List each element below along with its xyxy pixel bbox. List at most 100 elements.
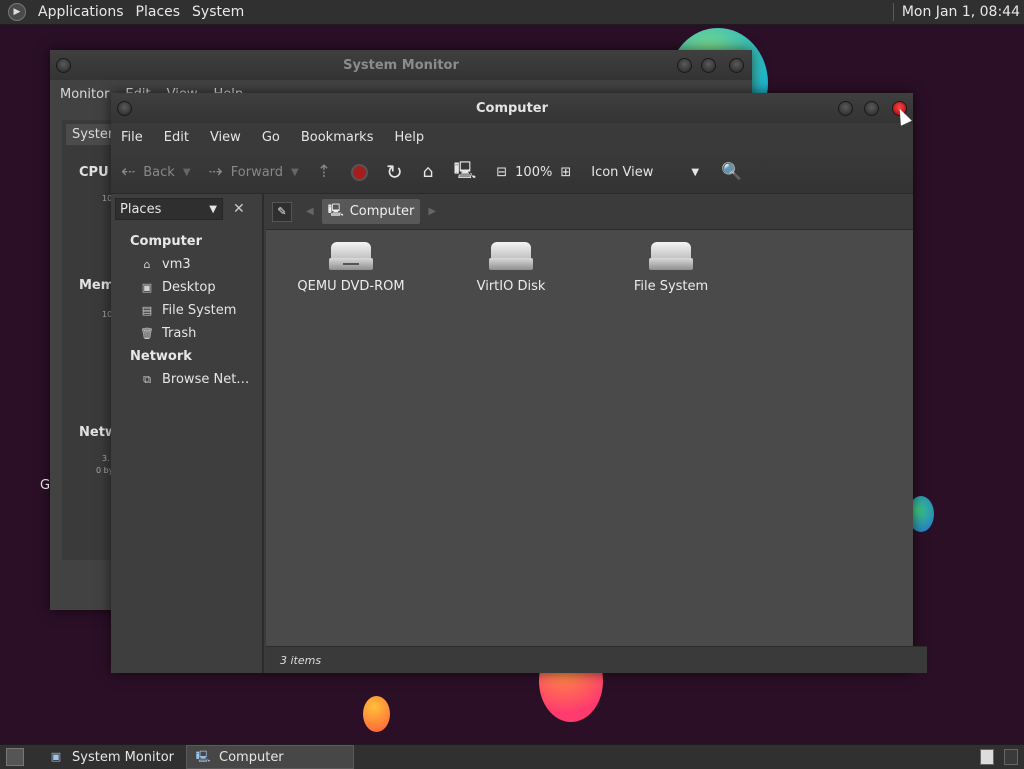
filesystem-icon: ▤	[141, 303, 153, 317]
menu-view[interactable]: View	[210, 130, 241, 145]
sidebar-item-label: Trash	[162, 326, 197, 341]
zoom-control: ⊟ 100% ⊞	[496, 165, 579, 180]
drive-label: File System	[633, 279, 709, 294]
workspace-1[interactable]	[980, 749, 994, 765]
forward-button[interactable]: ⇢ Forward ▼	[209, 162, 299, 182]
sidebar-list: Computer ⌂ vm3 ▣ Desktop ▤ File System 🗑…	[111, 224, 262, 391]
task-label: System Monitor	[72, 749, 175, 765]
task-computer[interactable]: 🖳 Computer	[186, 745, 355, 769]
zoom-in-icon[interactable]: ⊞	[560, 165, 571, 180]
close-icon[interactable]: ✕	[233, 201, 245, 217]
drive-item-file-system[interactable]: File System	[606, 242, 736, 294]
menu-help[interactable]: Help	[394, 130, 424, 145]
breadcrumb-scroll-right-icon[interactable]: ▶	[428, 206, 436, 217]
home-button[interactable]: ⌂	[423, 162, 442, 182]
hard-disk-icon	[489, 242, 533, 270]
maximize-button[interactable]	[701, 58, 716, 73]
sidebar-header: Places ▼ ✕	[111, 194, 262, 224]
computer-menubar: File Edit View Go Bookmarks Help	[111, 123, 913, 151]
panel-separator	[892, 3, 894, 21]
sidebar-item-file-system[interactable]: ▤ File System	[111, 299, 262, 322]
back-arrow-icon: ⇠	[121, 162, 136, 182]
drive-label: VirtIO Disk	[476, 279, 546, 294]
menu-system[interactable]: System	[186, 4, 250, 20]
sidebar-category-computer: Computer	[130, 234, 203, 249]
network-icon: ⧉	[143, 372, 151, 386]
menu-monitor[interactable]: Monitor	[60, 87, 109, 102]
minimize-button[interactable]	[677, 58, 692, 73]
window-menu-button[interactable]	[117, 101, 132, 116]
system-monitor-partial-label: G	[40, 478, 51, 493]
back-label: Back	[143, 164, 175, 180]
chevron-down-icon: ▼	[209, 203, 217, 215]
computer-button[interactable]: 🖳	[454, 158, 485, 187]
breadcrumb-scroll-left-icon[interactable]: ◀	[306, 206, 314, 217]
top-panel: ▶ Applications Places System Mon Jan 1, …	[0, 0, 1024, 25]
menu-bookmarks[interactable]: Bookmarks	[301, 130, 374, 145]
up-arrow-icon: ⇡	[316, 162, 331, 182]
workspace-2[interactable]	[1004, 749, 1018, 765]
reload-icon: ↻	[386, 160, 403, 184]
computer-icon: 🖳	[195, 750, 211, 763]
item-count: 3 items	[280, 653, 322, 667]
view-mode-select[interactable]: Icon View ▼	[591, 165, 699, 180]
places-sidebar: Places ▼ ✕ Computer ⌂ vm3 ▣ Desktop ▤ Fi…	[111, 194, 264, 673]
icon-grid: QEMU DVD-ROM VirtIO Disk File System	[266, 230, 913, 646]
computer-toolbar: ⇠ Back ▼ ⇢ Forward ▼ ⇡ ↻ ⌂ 🖳 ⊟ 100% ⊞ Ic…	[111, 151, 913, 194]
show-desktop-button[interactable]	[6, 748, 24, 766]
breadcrumb[interactable]: 🖳 Computer	[321, 199, 421, 224]
clock[interactable]: Mon Jan 1, 08:44	[902, 4, 1020, 20]
system-monitor-titlebar[interactable]: System Monitor	[50, 50, 752, 80]
edit-location-button[interactable]: ✎	[272, 201, 292, 222]
chevron-down-icon: ▼	[691, 166, 700, 178]
sidebar-item-trash[interactable]: 🗑 Trash	[111, 322, 262, 345]
drive-item-qemu-dvd-rom[interactable]: QEMU DVD-ROM	[286, 242, 416, 294]
breadcrumb-label: Computer	[349, 204, 415, 219]
sidebar-item-vm3[interactable]: ⌂ vm3	[111, 253, 262, 276]
sidebar-category-network: Network	[130, 349, 192, 364]
up-button[interactable]: ⇡	[317, 162, 339, 182]
pencil-icon: ✎	[277, 205, 287, 218]
sidebar-item-label: Browse Net…	[162, 372, 250, 387]
computer-icon: 🖳	[453, 160, 477, 181]
menu-edit[interactable]: Edit	[164, 130, 189, 145]
desktop-wallpaper-bubble	[363, 696, 390, 732]
sidebar-item-label: File System	[162, 303, 237, 318]
search-button[interactable]: 🔍	[721, 162, 750, 182]
sidebar-item-label: Desktop	[162, 280, 216, 295]
sidebar-item-desktop[interactable]: ▣ Desktop	[111, 276, 262, 299]
drive-label: QEMU DVD-ROM	[297, 279, 405, 294]
sidebar-type-label: Places	[120, 201, 162, 217]
close-button[interactable]	[729, 58, 744, 73]
menu-file[interactable]: File	[121, 130, 143, 145]
network-value: 3.	[102, 454, 110, 463]
task-system-monitor[interactable]: ▣ System Monitor	[40, 746, 182, 768]
stop-button[interactable]	[351, 163, 368, 181]
reload-button[interactable]: ↻	[386, 160, 411, 184]
location-bar: ✎ ◀ 🖳 Computer ▶	[266, 194, 913, 230]
back-history-dropdown-icon[interactable]: ▼	[183, 167, 191, 178]
sidebar-type-select[interactable]: Places ▼	[115, 198, 223, 220]
stop-icon	[351, 163, 368, 181]
drive-item-virtio-disk[interactable]: VirtIO Disk	[446, 242, 576, 294]
forward-history-dropdown-icon[interactable]: ▼	[291, 167, 299, 178]
minimize-button[interactable]	[838, 101, 853, 116]
home-icon: ⌂	[143, 257, 151, 271]
trash-icon: 🗑	[140, 326, 154, 340]
window-menu-button[interactable]	[56, 58, 71, 73]
sidebar-item-label: vm3	[162, 257, 191, 272]
menu-go[interactable]: Go	[262, 130, 280, 145]
zoom-level: 100%	[515, 164, 553, 180]
menu-places[interactable]: Places	[130, 4, 187, 20]
sidebar-item-browse-network[interactable]: ⧉ Browse Net…	[111, 368, 262, 391]
computer-window[interactable]: Computer File Edit View Go Bookmarks Hel…	[111, 93, 927, 673]
zoom-out-icon[interactable]: ⊟	[496, 165, 507, 180]
maximize-button[interactable]	[864, 101, 879, 116]
back-button[interactable]: ⇠ Back ▼	[121, 162, 191, 182]
home-folder-icon: ⌂	[422, 162, 434, 182]
menu-applications[interactable]: Applications	[32, 4, 130, 20]
search-icon: 🔍	[721, 162, 743, 182]
computer-titlebar[interactable]: Computer	[111, 93, 913, 123]
distro-logo-icon[interactable]: ▶	[8, 3, 26, 21]
window-title: Computer	[475, 100, 549, 116]
